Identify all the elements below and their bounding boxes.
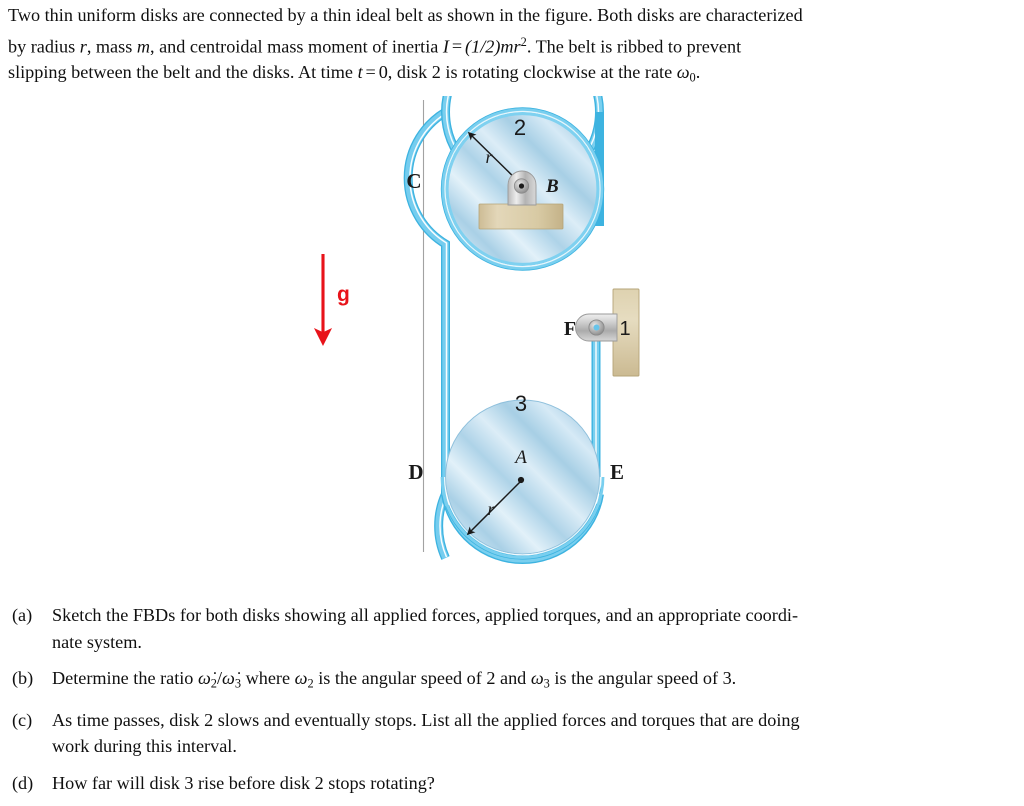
point-e-label: E: [610, 460, 624, 484]
question-a-text: Sketch the FBDs for both disks showing a…: [52, 602, 1016, 655]
omega-dot-3-subscript: 3: [234, 676, 242, 691]
problem-line-3-part-b: , disk 2 is rotating clockwise at the ra…: [387, 62, 673, 83]
question-b-text: Determine the ratio ω̇2/ω̇3 where ω2 is …: [52, 665, 1016, 697]
problem-line-2: by radius r, mass m, and centroidal mass…: [8, 29, 1016, 60]
mount-b-base: [478, 203, 564, 230]
problem-line-3-part-a: slipping between the belt and the disks.…: [8, 62, 354, 83]
pulley-1: 1 F: [564, 288, 640, 377]
question-b-part-b: where: [245, 668, 291, 688]
question-c-text: As time passes, disk 2 slows and eventua…: [52, 707, 1016, 760]
question-d-line-1: How far will disk 3 rise before disk 2 s…: [52, 772, 435, 793]
omega-dot-3: ω̇: [222, 668, 235, 688]
gravity-indicator: g: [313, 254, 350, 347]
problem-statement: Two thin uniform disks are connected by …: [8, 2, 1016, 91]
point-d-label: D: [408, 460, 423, 484]
disk-3-radius-label: r: [487, 499, 495, 519]
question-item-c: (c) As time passes, disk 2 slows and eve…: [8, 707, 1016, 760]
omega-dot-2: ω̇: [197, 668, 211, 688]
question-d-label: (d): [12, 772, 34, 793]
question-c-line-1: As time passes, disk 2 slows and eventua…: [52, 709, 800, 730]
mechanism-figure: r 2 B 1 F r A 3 C D E g: [0, 96, 1024, 576]
point-c-label: C: [406, 169, 421, 193]
equals-sign-1: =: [451, 35, 463, 56]
disk-2-radius-label: r: [485, 147, 493, 167]
disk-3-center-point: [517, 476, 525, 484]
question-b-line-1: Determine the ratio ω̇2/ω̇3 where ω2 is …: [52, 665, 1016, 697]
question-b-part-d: is the angular speed of 3.: [554, 668, 737, 688]
question-b-label: (b): [12, 668, 34, 688]
question-item-d: (d) How far will disk 3 rise before disk…: [8, 770, 1016, 797]
symbol-r: r: [79, 35, 87, 56]
point-f-label: F: [564, 318, 576, 340]
problem-line-2-part-a: by radius: [8, 35, 76, 56]
problem-line-1: Two thin uniform disks are connected by …: [8, 5, 803, 25]
disk-3-label: 3: [515, 391, 527, 416]
question-c-line-2: work during this interval.: [52, 736, 237, 757]
problem-line-3: slipping between the belt and the disks.…: [8, 59, 1016, 91]
omega-3-subscript: 3: [543, 676, 550, 691]
omega-2: ω: [294, 668, 308, 688]
question-b-part-c: is the angular speed of 2 and: [318, 668, 527, 688]
disk-2-label: 2: [514, 115, 526, 140]
omega-3: ω: [530, 668, 544, 688]
question-a-line-1: Sketch the FBDs for both disks showing a…: [52, 605, 799, 625]
center-b-label: B: [545, 176, 559, 197]
mount-b-pin: [518, 183, 525, 189]
problem-line-3-part-c: .: [695, 62, 701, 83]
symbol-m: m: [136, 35, 150, 56]
symbol-omega: ω: [676, 62, 690, 83]
inertia-expression: (1/2)mr: [465, 35, 521, 56]
gravity-label: g: [337, 283, 350, 306]
disk-3: r A 3: [439, 391, 606, 560]
problem-line-2-part-d: . The belt is ribbed to prevent: [526, 35, 742, 56]
question-d-text: How far will disk 3 rise before disk 2 s…: [52, 770, 1016, 797]
question-list: (a) Sketch the FBDs for both disks showi…: [8, 602, 1016, 806]
problem-line-2-part-b: , mass: [86, 35, 133, 56]
time-zero: 0: [378, 62, 388, 83]
question-c-label: (c): [12, 709, 33, 730]
equals-sign-2: =: [365, 62, 376, 83]
question-a-line-2: nate system.: [52, 631, 142, 652]
problem-line-2-part-c: , and centroidal mass moment of inertia: [149, 35, 439, 56]
question-item-a: (a) Sketch the FBDs for both disks showi…: [8, 602, 1016, 655]
omega-2-subscript: 2: [307, 676, 314, 691]
question-a-label: (a): [12, 605, 33, 625]
question-item-b: (b) Determine the ratio ω̇2/ω̇3 where ω2…: [8, 665, 1016, 697]
question-b-part-a: Determine the ratio: [52, 668, 194, 688]
pulley-1-label: 1: [619, 318, 630, 340]
center-a-label: A: [513, 447, 527, 468]
disk-3-body: [445, 399, 600, 555]
pulley-1-pin: [593, 324, 600, 331]
symbol-t: t: [357, 62, 363, 83]
